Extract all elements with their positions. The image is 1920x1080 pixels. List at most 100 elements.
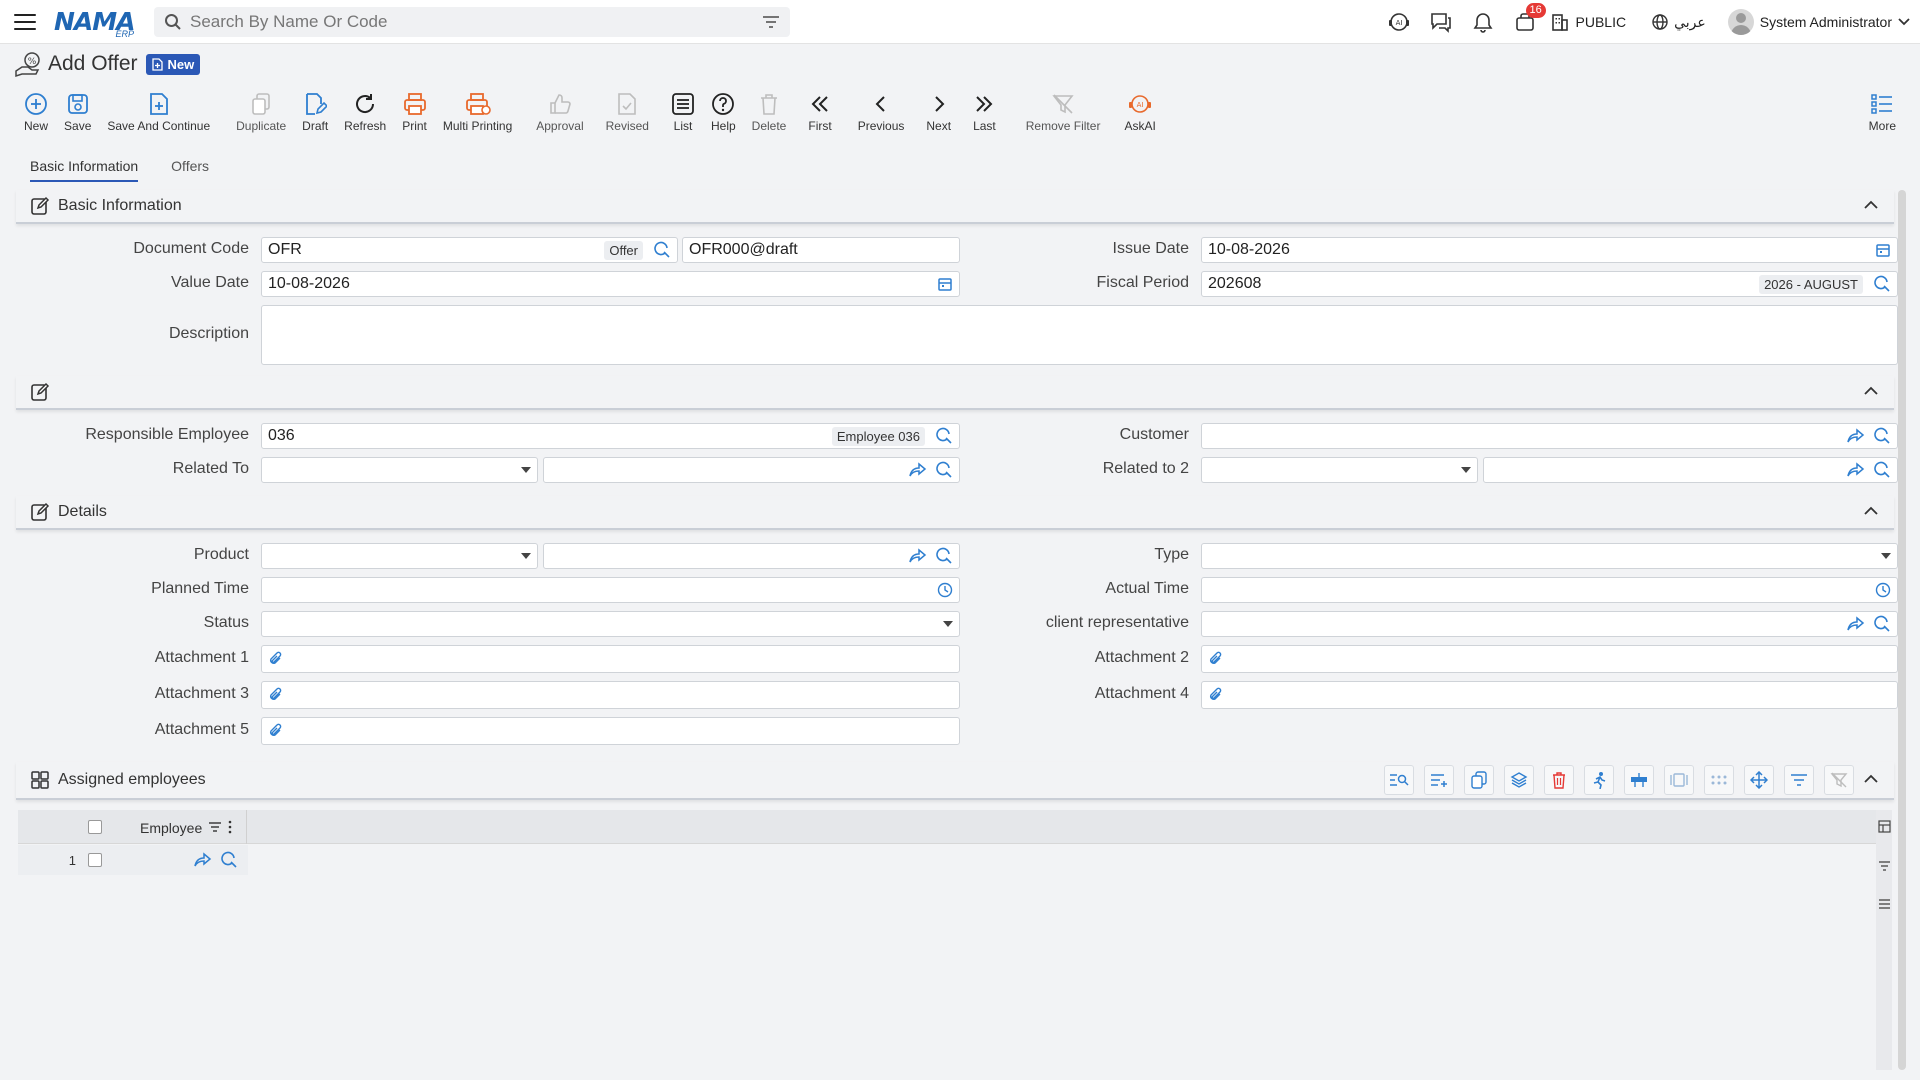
paperclip-icon[interactable] (268, 650, 284, 668)
search-lookup-icon[interactable] (1873, 275, 1891, 293)
next-button[interactable]: Next (918, 90, 959, 133)
column-header-employee[interactable]: Employee (140, 820, 202, 836)
search-lookup-icon[interactable] (935, 461, 953, 479)
building-icon[interactable] (1546, 0, 1574, 44)
share-icon[interactable] (1847, 616, 1865, 632)
grid-copy-button[interactable] (1464, 765, 1494, 795)
responsible-employee-field[interactable]: 036 Employee 036 (261, 423, 960, 449)
search-lookup-icon[interactable] (653, 241, 671, 259)
attachment-4-field[interactable] (1201, 681, 1898, 709)
globe-icon[interactable] (1648, 0, 1672, 44)
clock-icon[interactable] (937, 582, 953, 598)
search-lookup-icon[interactable] (220, 851, 238, 869)
filter-icon[interactable] (762, 15, 780, 29)
new-button[interactable]: New (16, 90, 56, 133)
share-icon[interactable] (194, 852, 212, 868)
search-lookup-icon[interactable] (935, 427, 953, 445)
search-input[interactable] (190, 11, 762, 32)
avatar[interactable] (1727, 9, 1754, 35)
multi-printing-button[interactable]: Multi Printing (435, 90, 520, 133)
grid-filter-button[interactable] (1784, 765, 1814, 795)
grid-run-button[interactable] (1584, 765, 1614, 795)
calendar-icon[interactable] (1875, 242, 1891, 258)
logo[interactable]: NAMA ERP (54, 5, 136, 39)
grid-move-button[interactable] (1744, 765, 1774, 795)
paperclip-icon[interactable] (268, 722, 284, 740)
duplicate-button[interactable]: Duplicate (228, 90, 294, 133)
grid-layers-button[interactable] (1504, 765, 1534, 795)
share-icon[interactable] (1847, 462, 1865, 478)
search-lookup-icon[interactable] (1873, 427, 1891, 445)
save-button[interactable]: Save (56, 90, 99, 133)
company-name[interactable]: PUBLIC (1576, 14, 1627, 30)
attachment-2-field[interactable] (1201, 645, 1898, 673)
related-to-2-value-field[interactable] (1483, 457, 1898, 483)
more-button[interactable]: More (1861, 90, 1904, 133)
customer-field[interactable] (1201, 423, 1898, 449)
select-all-checkbox[interactable] (88, 820, 102, 834)
section-basic-information-header[interactable]: Basic Information (16, 190, 1894, 224)
paperclip-icon[interactable] (268, 686, 284, 704)
chevron-up-icon[interactable] (1864, 386, 1878, 396)
paperclip-icon[interactable] (1208, 686, 1224, 704)
paperclip-icon[interactable] (1208, 650, 1224, 668)
chevron-up-icon[interactable] (1864, 200, 1878, 210)
grid-delete-button[interactable] (1544, 765, 1574, 795)
clock-icon[interactable] (1875, 582, 1891, 598)
list-button[interactable]: List (663, 90, 703, 133)
tab-offers[interactable]: Offers (171, 158, 209, 182)
section-details-header[interactable]: Details (16, 496, 1894, 530)
share-icon[interactable] (1847, 428, 1865, 444)
type-select[interactable] (1201, 543, 1898, 569)
chevron-up-icon[interactable] (1864, 506, 1878, 516)
last-button[interactable]: Last (965, 90, 1004, 133)
actual-time-field[interactable] (1201, 577, 1898, 603)
share-icon[interactable] (909, 548, 927, 564)
related-to-2-select[interactable] (1201, 457, 1478, 483)
attachment-1-field[interactable] (261, 645, 960, 673)
bell-icon[interactable] (1462, 0, 1504, 44)
tasks-icon[interactable]: 16 (1504, 0, 1546, 44)
status-select[interactable] (261, 611, 960, 637)
issue-date-field[interactable]: 10-08-2026 (1201, 237, 1898, 263)
product-value-field[interactable] (543, 543, 960, 569)
related-to-select[interactable] (261, 457, 538, 483)
user-name[interactable]: System Administrator (1760, 14, 1892, 30)
chevron-up-icon[interactable] (1864, 774, 1878, 784)
ai-assistant-icon[interactable]: AI (1378, 0, 1420, 44)
row-checkbox[interactable] (88, 853, 102, 867)
document-number-field[interactable]: OFR000@draft (682, 237, 960, 263)
approval-button[interactable]: Approval (528, 90, 591, 133)
language-switch[interactable]: عربي (1674, 14, 1706, 31)
document-code-field[interactable]: OFR Offer (261, 237, 678, 263)
askai-button[interactable]: AI AskAI (1116, 90, 1163, 133)
grid-remove-filter-button[interactable] (1824, 765, 1854, 795)
menu-icon[interactable] (14, 13, 36, 30)
search-lookup-icon[interactable] (935, 547, 953, 565)
client-representative-field[interactable] (1201, 611, 1898, 637)
previous-button[interactable]: Previous (850, 90, 913, 133)
search-lookup-icon[interactable] (1873, 615, 1891, 633)
related-to-value-field[interactable] (543, 457, 960, 483)
planned-time-field[interactable] (261, 577, 960, 603)
description-field[interactable] (261, 305, 1898, 365)
share-icon[interactable] (909, 462, 927, 478)
chat-icon[interactable] (1420, 0, 1462, 44)
table-row[interactable]: 1 (18, 845, 248, 875)
save-and-continue-button[interactable]: Save And Continue (99, 90, 218, 133)
remove-filter-button[interactable]: Remove Filter (1018, 90, 1109, 133)
delete-button[interactable]: Delete (744, 90, 795, 133)
chevron-down-icon[interactable] (1898, 18, 1910, 26)
search-lookup-icon[interactable] (1873, 461, 1891, 479)
tab-basic-information[interactable]: Basic Information (30, 158, 139, 182)
page-scrollbar[interactable] (1898, 190, 1906, 1070)
grid-insert-row-button[interactable] (1624, 765, 1654, 795)
product-select[interactable] (261, 543, 538, 569)
draft-button[interactable]: Draft (294, 90, 336, 133)
fiscal-period-field[interactable]: 202608 2026 - AUGUST (1201, 271, 1898, 297)
grid-search-button[interactable] (1384, 765, 1414, 795)
columns-icon[interactable] (1878, 820, 1891, 833)
section-parties-header[interactable] (16, 376, 1894, 410)
calendar-icon[interactable] (937, 276, 953, 292)
attachment-5-field[interactable] (261, 717, 960, 745)
